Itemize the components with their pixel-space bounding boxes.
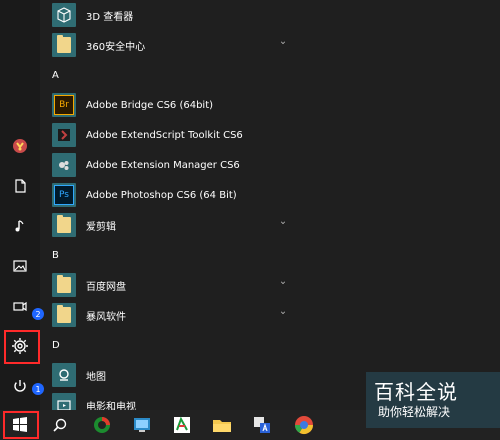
- settings-highlight-box: [4, 330, 40, 364]
- search-icon: [53, 418, 67, 432]
- app-3d-viewer[interactable]: 3D 查看器: [52, 0, 292, 30]
- taskbar-app-1[interactable]: [82, 410, 122, 440]
- videos-icon[interactable]: [0, 286, 40, 326]
- chevron-down-icon: [280, 41, 286, 45]
- music-icon-svg: [15, 220, 24, 232]
- folder-icon: [52, 33, 76, 57]
- start-menu-rail: 2 1: [0, 0, 44, 410]
- app-label: 地图: [86, 371, 106, 383]
- section-letter-a[interactable]: A: [52, 70, 59, 81]
- app-adobe-extension-manager[interactable]: Adobe Extension Manager CS6: [52, 150, 292, 180]
- file-explorer-icon: [213, 420, 231, 432]
- app-label: 3D 查看器: [86, 11, 134, 23]
- watermark-subtitle: 助你轻松解决: [378, 405, 451, 419]
- folder-label: 360安全中心: [86, 41, 146, 53]
- chevron-down-icon: [280, 281, 286, 285]
- section-letter-d[interactable]: D: [52, 340, 60, 351]
- app-adobe-bridge[interactable]: Br Adobe Bridge CS6 (64bit): [52, 90, 292, 120]
- taskbar-translator[interactable]: [242, 410, 282, 440]
- user-avatar-icon-svg: [13, 139, 27, 153]
- pictures-icon-svg: [13, 260, 27, 272]
- folder-icon: [52, 273, 76, 297]
- app-label: Adobe Bridge CS6 (64bit): [86, 99, 214, 111]
- folder-baofeng[interactable]: 暴风软件: [52, 300, 292, 330]
- search-button[interactable]: [40, 410, 80, 440]
- movies-tv-icon: [52, 393, 76, 410]
- chrome-icon: [295, 416, 313, 435]
- folder-label: 暴风软件: [86, 311, 126, 323]
- folder-baidu-netdisk[interactable]: 百度网盘: [52, 270, 292, 300]
- document-icon: [15, 179, 26, 193]
- adobe-bridge-icon: Br: [52, 93, 76, 117]
- chevron-down-icon: [280, 221, 286, 225]
- documents-icon[interactable]: [0, 166, 40, 206]
- power-icon-svg: [14, 380, 26, 392]
- app-maps[interactable]: 地图: [52, 360, 292, 390]
- app-1-icon: [94, 417, 110, 433]
- folder-label: 爱剪辑: [86, 221, 116, 233]
- videos-icon-svg: [13, 301, 27, 312]
- chevron-down-icon: [280, 311, 286, 315]
- taskbar-file-explorer[interactable]: [202, 410, 242, 440]
- app-3-icon: [174, 416, 190, 433]
- start-highlight-box: [3, 411, 39, 439]
- app-label: Adobe ExtendScript Toolkit CS6: [86, 129, 243, 141]
- adobe-photoshop-icon: Ps: [52, 183, 76, 207]
- app-adobe-extendscript[interactable]: Adobe ExtendScript Toolkit CS6: [52, 120, 292, 150]
- music-icon[interactable]: [0, 206, 40, 246]
- app-2-icon: [134, 418, 150, 432]
- adobe-extension-manager-icon: [52, 153, 76, 177]
- maps-icon: [52, 363, 76, 387]
- app-list: 3D 查看器 360安全中心 A Br Adobe Bridge CS6 (64…: [40, 0, 500, 410]
- taskbar-app-3[interactable]: [162, 410, 202, 440]
- app-label: Adobe Extension Manager CS6: [86, 159, 240, 171]
- user-avatar-icon[interactable]: [0, 126, 40, 166]
- adobe-extendscript-icon: [52, 123, 76, 147]
- app-label: Adobe Photoshop CS6 (64 Bit): [86, 189, 237, 201]
- taskbar-chrome[interactable]: [284, 410, 324, 440]
- watermark-overlay: 百科全说 助你轻松解决: [366, 372, 500, 428]
- folder-label: 百度网盘: [86, 281, 126, 293]
- folder-aijianji[interactable]: 爱剪辑: [52, 210, 292, 240]
- folder-360[interactable]: 360安全中心: [52, 30, 292, 60]
- translator-icon: [254, 417, 270, 433]
- start-menu: 2 1 3D 查看器 360安全中心 A Br Adobe Bridge CS6…: [0, 0, 500, 410]
- 3d-viewer-icon: [52, 3, 76, 27]
- section-letter-b[interactable]: B: [52, 250, 59, 261]
- folder-icon: [52, 303, 76, 327]
- app-label: 电影和电视: [86, 401, 136, 411]
- folder-icon: [52, 213, 76, 237]
- pictures-icon[interactable]: [0, 246, 40, 286]
- watermark-title: 百科全说: [374, 380, 458, 404]
- app-movies-tv[interactable]: 电影和电视: [52, 390, 292, 410]
- taskbar-app-2[interactable]: [122, 410, 162, 440]
- app-adobe-photoshop[interactable]: Ps Adobe Photoshop CS6 (64 Bit): [52, 180, 292, 210]
